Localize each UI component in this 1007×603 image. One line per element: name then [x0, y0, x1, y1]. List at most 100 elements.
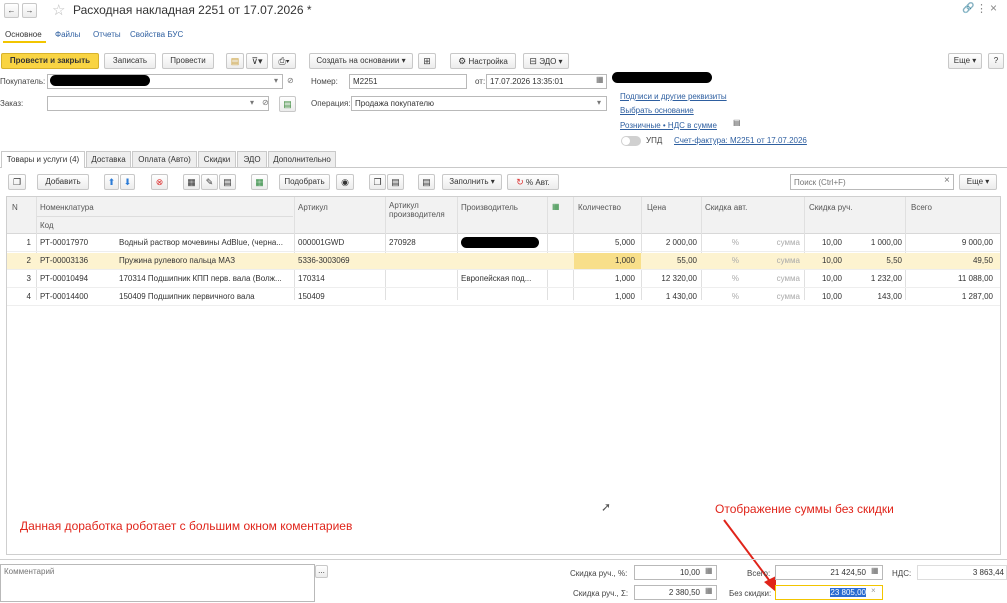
- row-total: 49,50: [972, 256, 993, 265]
- order-dropdown-icon[interactable]: ▾: [250, 98, 254, 107]
- signatures-link[interactable]: Подписи и другие реквизиты: [620, 92, 727, 101]
- more-button[interactable]: Еще ▾: [948, 53, 982, 69]
- header-qty[interactable]: Количество: [578, 203, 621, 212]
- select-basis-link[interactable]: Выбрать основание: [620, 106, 694, 115]
- table-row[interactable]: 4 РТ-00014400 150409 Подшипник первичног…: [7, 289, 1000, 306]
- tab-additional[interactable]: Дополнительно: [268, 151, 336, 167]
- copy-row-button[interactable]: ❐: [8, 174, 26, 190]
- paste-rows-button[interactable]: ▤: [387, 174, 404, 190]
- filter-button[interactable]: ⊽▾: [246, 53, 268, 69]
- manual-pct-calc-icon[interactable]: ▦: [705, 566, 713, 575]
- document-actions-button[interactable]: ▤: [226, 53, 244, 69]
- order-open-icon[interactable]: ⊘: [262, 98, 269, 107]
- refresh-icon: ↻: [516, 177, 524, 187]
- fill-button[interactable]: Заполнить ▾: [442, 174, 502, 190]
- nav-tab-reports[interactable]: Отчеты: [93, 30, 121, 39]
- header-price[interactable]: Цена: [647, 203, 666, 212]
- search-input[interactable]: [790, 174, 954, 190]
- forward-button[interactable]: →: [22, 3, 37, 18]
- buyer-dropdown-icon[interactable]: ▾: [274, 76, 278, 85]
- create-based-on-button[interactable]: Создать на основании ▾: [309, 53, 413, 69]
- help-button[interactable]: ?: [988, 53, 1004, 69]
- tab-payment[interactable]: Оплата (Авто): [132, 151, 197, 167]
- filter-icon: ⊽▾: [251, 56, 263, 66]
- table-action-2-button[interactable]: ✎: [201, 174, 218, 190]
- settings-button[interactable]: ⚙ Настройка: [450, 53, 516, 69]
- report-button[interactable]: ▤: [418, 174, 435, 190]
- vat-retail-link[interactable]: Розничные • НДС в сумме: [620, 121, 717, 130]
- total-field[interactable]: 21 424,50: [775, 565, 883, 580]
- close-icon[interactable]: ×: [990, 1, 997, 15]
- manual-sum-value: 2 380,50: [668, 588, 700, 597]
- header-nomenclature[interactable]: Номенклатура: [40, 203, 94, 212]
- favorite-star-icon[interactable]: ☆: [52, 1, 65, 19]
- table-more-button[interactable]: Еще ▾: [959, 174, 997, 190]
- move-down-button[interactable]: ⬇: [120, 174, 135, 190]
- manual-sum-calc-icon[interactable]: ▦: [705, 586, 713, 595]
- delete-row-button[interactable]: ⊗: [151, 174, 168, 190]
- tab-delivery[interactable]: Доставка: [86, 151, 131, 167]
- calculator-icon[interactable]: ▤: [733, 118, 741, 127]
- calendar-icon[interactable]: ▦: [596, 75, 604, 84]
- arrow-down-icon: ⬇: [123, 177, 132, 187]
- header-total[interactable]: Всего: [911, 203, 932, 212]
- add-row-button[interactable]: Добавить: [37, 174, 89, 190]
- move-up-button[interactable]: ⬆: [104, 174, 119, 190]
- nav-tab-main[interactable]: Основное: [5, 30, 42, 39]
- copy-rows-button[interactable]: ❐: [369, 174, 386, 190]
- operation-dropdown-icon[interactable]: ▾: [597, 98, 601, 107]
- more-label: Еще: [953, 56, 971, 65]
- order-fill-button[interactable]: ▤: [279, 96, 296, 112]
- table-row-selected[interactable]: 2 РТ-00003136 Пружина рулевого пальца МА…: [7, 253, 1000, 270]
- number-field[interactable]: М2251: [349, 74, 467, 89]
- tab-edo[interactable]: ЭДО: [237, 151, 267, 167]
- order-field[interactable]: [47, 96, 269, 111]
- post-button[interactable]: Провести: [162, 53, 214, 69]
- search-clear-icon[interactable]: ×: [944, 175, 950, 186]
- tab-goods[interactable]: Товары и услуги (4): [1, 151, 85, 168]
- comment-expand-button[interactable]: ...: [315, 565, 328, 578]
- no-discount-field[interactable]: 23 805,00: [775, 585, 883, 600]
- back-button[interactable]: ←: [4, 3, 19, 18]
- header-code[interactable]: Код: [40, 221, 54, 230]
- view-button[interactable]: ◉: [336, 174, 354, 190]
- nav-tab-bus-properties[interactable]: Свойства БУС: [130, 30, 183, 39]
- row-code: РТ-00017970: [40, 238, 89, 247]
- nav-tab-files[interactable]: Файлы: [55, 30, 80, 39]
- header-maker-article[interactable]: Артикул производителя: [389, 201, 449, 219]
- save-button[interactable]: Записать: [104, 53, 156, 69]
- upd-toggle[interactable]: [621, 136, 641, 146]
- no-discount-clear-icon[interactable]: ×: [871, 586, 876, 595]
- link-icon[interactable]: 🔗: [962, 3, 974, 14]
- row-manual-pct: 10,00: [821, 238, 842, 247]
- operation-field[interactable]: Продажа покупателю: [351, 96, 607, 111]
- table-action-1-button[interactable]: ▦: [183, 174, 200, 190]
- date-field[interactable]: 17.07.2026 13:35:01: [486, 74, 607, 89]
- pick-button[interactable]: Подобрать: [279, 174, 330, 190]
- auto-percent-button[interactable]: ↻ % Авт.: [507, 174, 559, 190]
- invoice-link[interactable]: Счет-фактура: М2251 от 17.07.2026: [674, 136, 807, 145]
- buyer-open-icon[interactable]: ⊘: [287, 76, 294, 85]
- hierarchy-icon: ⊞: [423, 56, 431, 66]
- comment-field[interactable]: [0, 564, 315, 602]
- header-auto-discount[interactable]: Скидка авт.: [705, 203, 747, 212]
- post-and-close-button[interactable]: Провести и закрыть: [1, 53, 99, 69]
- total-calc-icon[interactable]: ▦: [871, 566, 879, 575]
- table-row[interactable]: 1 РТ-00017970 Водный раствор мочевины Ad…: [7, 235, 1000, 252]
- print-button[interactable]: ⎙▾: [272, 53, 296, 69]
- table-row[interactable]: 3 РТ-00010494 170314 Подшипник КПП перв.…: [7, 271, 1000, 288]
- edo-button[interactable]: ⊟ ЭДО ▾: [523, 53, 569, 69]
- row-total: 1 287,00: [961, 292, 993, 301]
- excel-button[interactable]: ▦: [251, 174, 268, 190]
- header-n[interactable]: N: [12, 203, 18, 212]
- header-maker[interactable]: Производитель: [461, 203, 518, 212]
- structure-button[interactable]: ⊞: [418, 53, 436, 69]
- vat-field: 3 863,44: [917, 565, 1007, 580]
- header-manual-discount[interactable]: Скидка руч.: [809, 203, 853, 212]
- row-auto-pct: %: [731, 238, 739, 247]
- menu-icon[interactable]: ⋮: [976, 2, 987, 15]
- buyer-label: Покупатель:: [0, 77, 46, 86]
- table-action-3-button[interactable]: ▤: [219, 174, 236, 190]
- header-article[interactable]: Артикул: [298, 203, 328, 212]
- tab-discounts[interactable]: Скидки: [198, 151, 236, 167]
